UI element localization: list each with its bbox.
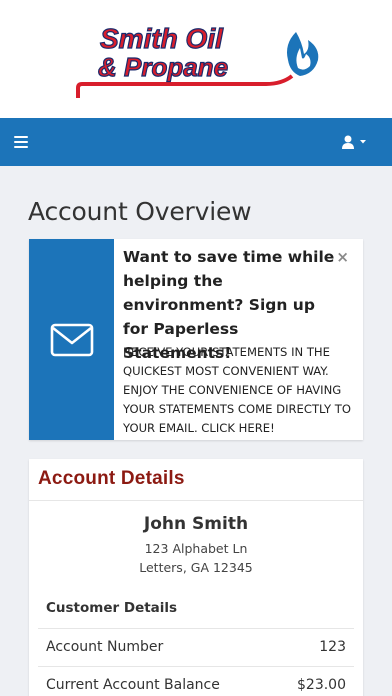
account-details-card: Account Details John Smith 123 Alphabet … <box>29 459 363 696</box>
row-label: Account Number <box>46 639 164 655</box>
envelope-icon <box>50 323 94 357</box>
caret-down-icon <box>360 140 366 144</box>
hamburger-icon[interactable] <box>14 136 28 148</box>
card-title: Account Details <box>38 468 185 489</box>
customer-name: John Smith <box>143 514 249 534</box>
section-heading: Customer Details <box>46 600 178 616</box>
row-value: $23.00 <box>297 677 346 693</box>
row-value: 123 <box>319 639 346 655</box>
page-title: Account Overview <box>28 197 252 226</box>
card-header: Account Details <box>29 459 363 501</box>
logo-line-2: & Propane <box>98 52 228 82</box>
logo-bar: Smith Oil & Propane <box>0 0 392 118</box>
address-line-2: Letters, GA 12345 <box>139 560 253 575</box>
promo-icon-band <box>29 239 114 440</box>
logo-line-1: Smith Oil <box>100 23 224 54</box>
top-navbar <box>0 118 392 166</box>
user-menu-button[interactable] <box>342 134 376 152</box>
row-label: Current Account Balance <box>46 677 220 693</box>
user-icon <box>342 135 354 149</box>
promo-body[interactable]: Receive your statements in the quickest … <box>123 343 357 438</box>
table-row: Account Number 123 <box>38 628 354 666</box>
table-row: Current Account Balance $23.00 <box>38 666 354 696</box>
paperless-promo[interactable]: Want to save time while helping the envi… <box>29 239 363 440</box>
company-logo: Smith Oil & Propane <box>76 22 319 98</box>
close-icon[interactable]: × <box>336 248 349 266</box>
address-line-1: 123 Alphabet Ln <box>144 541 248 556</box>
